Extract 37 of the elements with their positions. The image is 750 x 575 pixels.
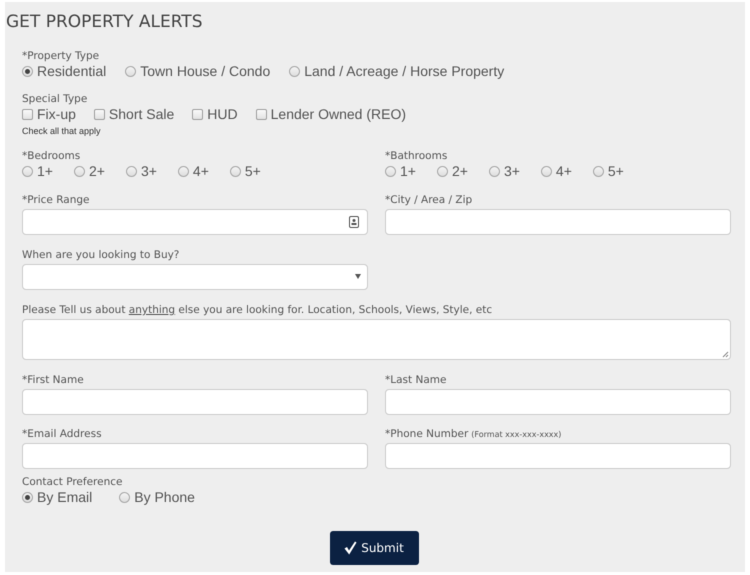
option-label: Fix-up — [37, 106, 76, 122]
option-label: 1+ — [37, 163, 53, 179]
option-label: 3+ — [504, 163, 520, 179]
field-label: When are you looking to Buy? — [22, 248, 180, 262]
option-label: By Email — [37, 489, 92, 505]
anything-link[interactable]: anything — [128, 304, 176, 316]
field-label: *Email Address — [22, 427, 102, 441]
field-label: Contact Preference — [22, 475, 122, 489]
field-label: *Last Name — [385, 373, 446, 387]
hint-text: Check all that apply — [22, 126, 101, 136]
option-label: Land / Acreage / Horse Property — [304, 63, 504, 79]
option-label: 2+ — [452, 163, 468, 179]
option-label: 4+ — [556, 163, 572, 179]
option-label: HUD — [207, 106, 238, 122]
field-label: *City / Area / Zip — [385, 193, 472, 207]
option-label: Residential — [37, 63, 106, 79]
option-label: 2+ — [88, 163, 105, 179]
option-label: 3+ — [140, 163, 157, 179]
format-note: (Format xxx-xxx-xxxx) — [471, 430, 562, 439]
field-label: *Bedrooms — [22, 149, 80, 163]
field-label: *Phone Number — [385, 427, 468, 441]
field-label: *Price Range — [22, 193, 90, 207]
option-label: 1+ — [400, 163, 416, 179]
field-label: Please Tell us about anything else you are looking for. Location, Schools, Views, Style, etc — [22, 303, 492, 317]
option-label: Short Sale — [108, 106, 174, 122]
option-label: 5+ — [244, 163, 261, 179]
option-label: 5+ — [608, 163, 624, 179]
option-label: 4+ — [192, 163, 209, 179]
field-label: *Property Type — [22, 49, 100, 63]
option-label: Town House / Condo — [140, 63, 270, 79]
form-title: GET PROPERTY ALERTS — [6, 12, 202, 32]
option-label: Lender Owned (REO) — [270, 106, 406, 122]
field-label: *Bathrooms — [385, 149, 448, 163]
field-label: Special Type — [22, 92, 88, 106]
option-label: By Phone — [134, 489, 195, 505]
submit-button[interactable]: Submit — [330, 531, 418, 565]
field-label: *First Name — [22, 373, 84, 387]
